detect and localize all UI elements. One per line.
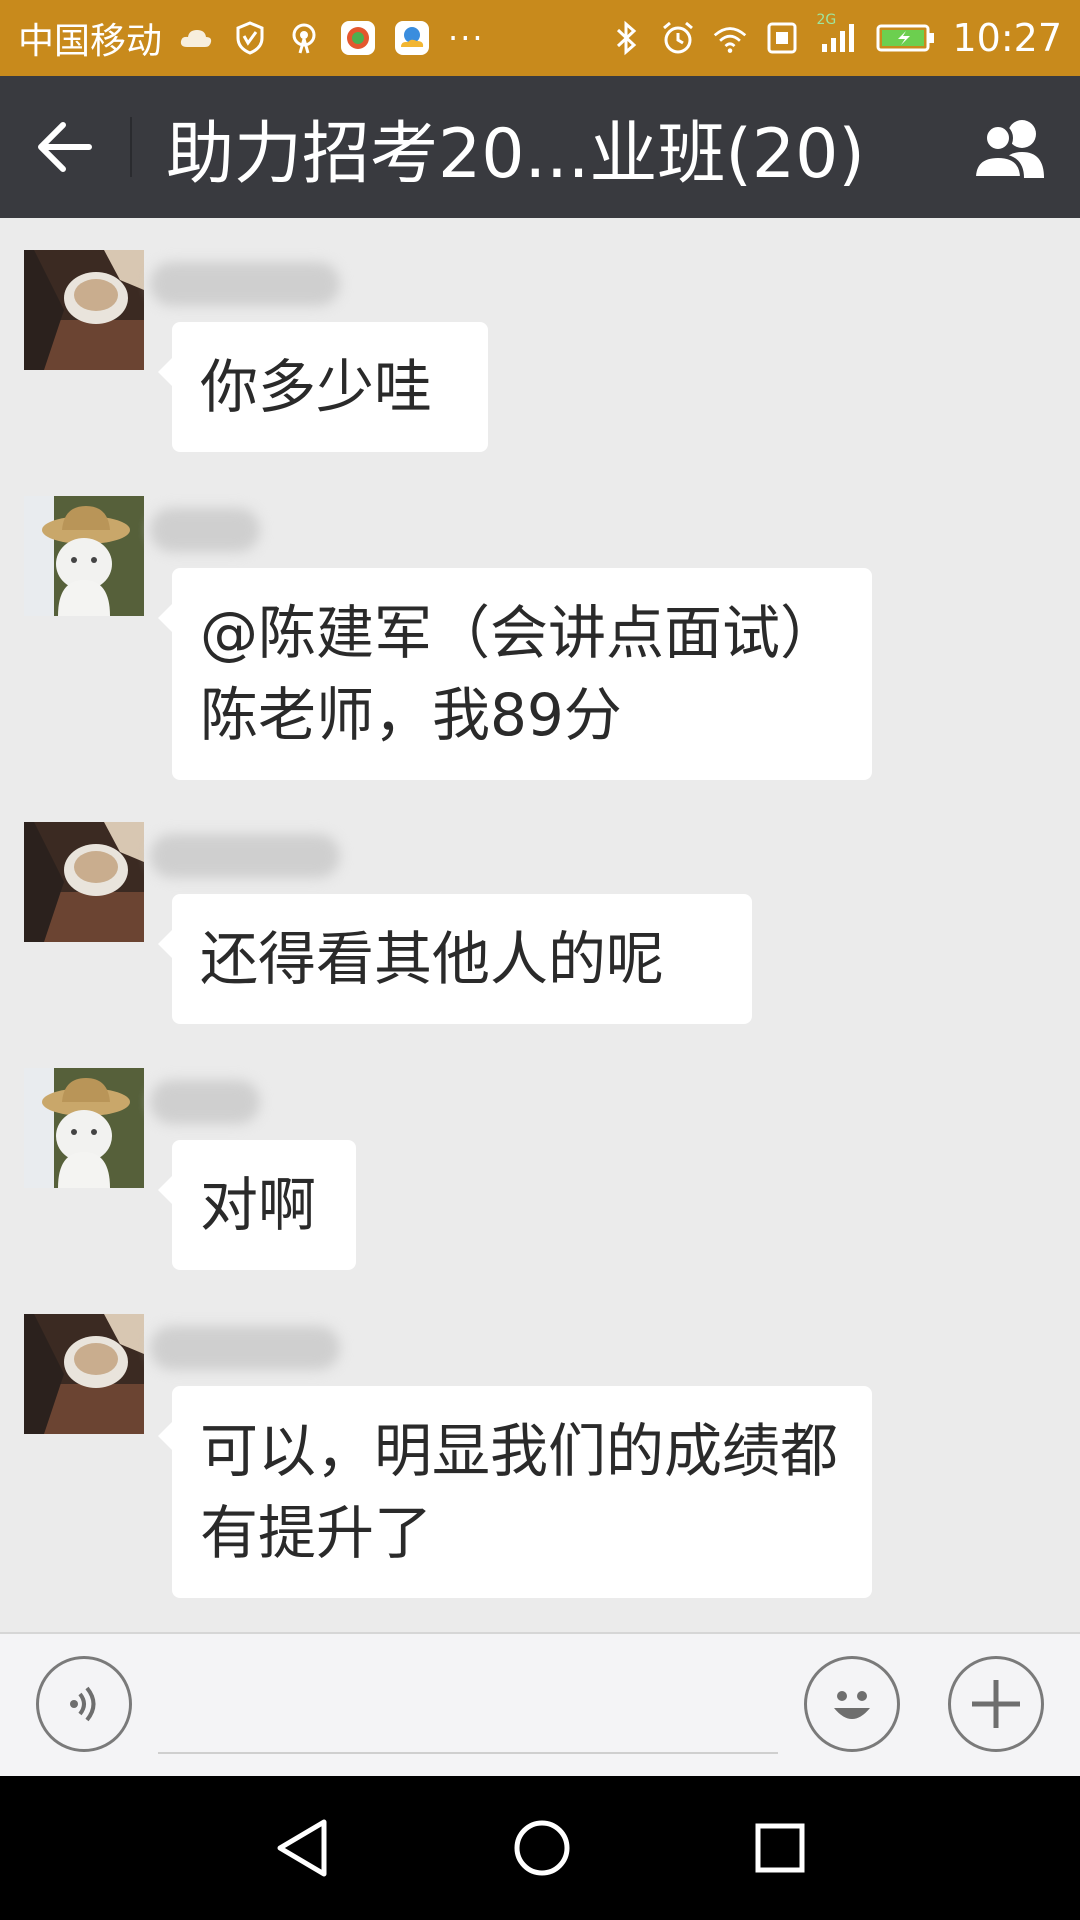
system-status-icons: 2G 10:27 (608, 12, 1062, 60)
sim-card-icon (764, 20, 800, 56)
carrier-label: 中国移动 (18, 21, 163, 62)
arrow-left-icon (38, 122, 92, 172)
battery-charging-icon (876, 20, 936, 56)
wifi-icon (712, 20, 748, 56)
avatar-cat-hat[interactable] (24, 1068, 144, 1188)
alarm-icon (660, 20, 696, 56)
message-bubble[interactable]: @陈建军（会讲点面试）陈老师，我89分 (158, 568, 872, 780)
nav-recents-button[interactable] (744, 1812, 816, 1884)
group-members-icon (971, 120, 1044, 180)
nav-back-button[interactable] (266, 1812, 338, 1884)
message-bubble[interactable]: 可以，明显我们的成绩都有提升了 (158, 1386, 872, 1598)
nav-back-icon (277, 1819, 327, 1877)
app-notification-icon (340, 20, 376, 56)
system-navigation-bar (0, 1776, 1080, 1920)
weather-app-icon (394, 20, 430, 56)
emoji-icon (834, 1691, 870, 1719)
network-type-label: 2G (816, 12, 837, 28)
status-bar: 中国移动 ··· 2G 10:27 (0, 0, 1080, 76)
more-functions-button[interactable] (948, 1656, 1044, 1752)
chat-message-list[interactable]: 你多少哇 @陈建军（会讲点面试）陈老师，我89分 还得看其他人的呢 对啊 可以，… (0, 218, 1080, 1632)
signal-icon: 2G (816, 12, 860, 56)
header-divider (130, 117, 132, 177)
chat-title: 助力招考20...业班(20) (166, 114, 865, 194)
nickname-blurred (150, 1326, 340, 1370)
nav-home-icon (514, 1820, 570, 1876)
clock: 10:27 (952, 16, 1062, 60)
voice-icon (70, 1686, 96, 1722)
emoji-button[interactable] (804, 1656, 900, 1752)
cloud-icon (178, 20, 214, 56)
message-bubble[interactable]: 对啊 (158, 1140, 356, 1270)
nickname-blurred (150, 508, 260, 552)
shield-icon (232, 20, 268, 56)
bluetooth-icon (608, 20, 644, 56)
avatar-coffee[interactable] (24, 1314, 144, 1434)
avatar-coffee[interactable] (24, 250, 144, 370)
voice-button[interactable] (36, 1656, 132, 1752)
nickname-blurred (150, 1080, 260, 1124)
back-button[interactable] (0, 76, 130, 218)
message-bubble[interactable]: 你多少哇 (158, 322, 488, 452)
nav-home-button[interactable] (506, 1812, 578, 1884)
message-bubble[interactable]: 还得看其他人的呢 (158, 894, 752, 1024)
chat-header: 助力招考20...业班(20) (0, 76, 1080, 218)
nav-recents-icon (755, 1823, 805, 1873)
plus-icon (972, 1680, 1020, 1728)
message-input-bar (0, 1632, 1080, 1776)
nickname-blurred (150, 262, 340, 306)
more-notifications-indicator: ··· (448, 19, 485, 57)
avatar-cat-hat[interactable] (24, 496, 144, 616)
notification-icons: ··· (178, 19, 485, 57)
avatar-coffee[interactable] (24, 822, 144, 942)
message-input[interactable] (158, 1752, 778, 1754)
group-members-button[interactable] (970, 108, 1054, 188)
nickname-blurred (150, 834, 340, 878)
hotspot-icon (286, 20, 322, 56)
